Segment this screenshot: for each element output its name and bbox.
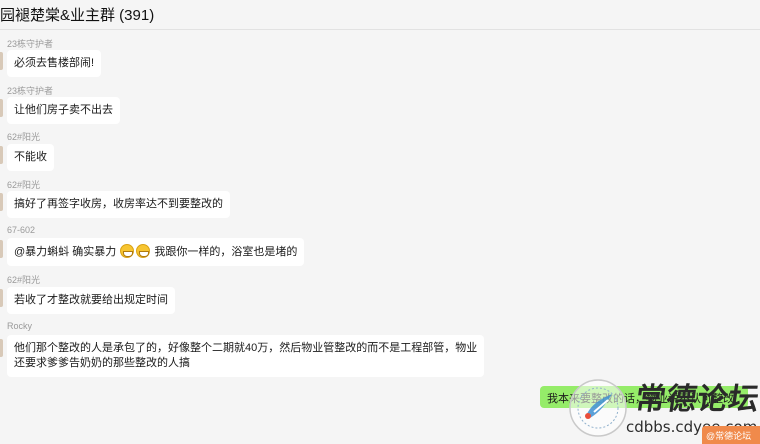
message-sender[interactable]: 23栋守护者	[7, 37, 53, 50]
message-bubble[interactable]: 不能收	[7, 144, 54, 171]
message-sender[interactable]: 23栋守护者	[7, 84, 53, 97]
watermark-title: 常德论坛	[633, 382, 760, 417]
avatar[interactable]	[0, 52, 3, 70]
message-bubble[interactable]: 若收了才整改就要给出规定时间	[7, 287, 175, 314]
corner-badge: @常德论坛	[702, 426, 760, 444]
chat-title[interactable]: 园褪楚棠&业主群 (391)	[0, 4, 154, 25]
avatar[interactable]	[0, 240, 3, 258]
message-sender[interactable]: Rocky	[7, 321, 32, 331]
avatar[interactable]	[0, 146, 3, 164]
message-sender[interactable]: 62#阳光	[7, 178, 40, 191]
message-text: 我跟你一样的，浴室也是堵的	[154, 246, 298, 258]
message-line: 还要求爹爹告奶奶的那些整改的人搞	[14, 357, 190, 369]
message-sender[interactable]: 62#阳光	[7, 130, 40, 143]
message-bubble[interactable]: 必须去售楼部闹!	[7, 50, 102, 77]
message-sender[interactable]: 67-602	[7, 225, 35, 235]
message-bubble[interactable]: @暴力蝌蚪 确实暴力 我跟你一样的，浴室也是堵的	[7, 238, 305, 266]
avatar[interactable]	[0, 193, 3, 211]
message-bubble[interactable]: 让他们房子卖不出去	[7, 97, 120, 124]
message-line: 他们那个整改的人是承包了的，好像整个二期就40万，然后物业管整改的而不是工程部管…	[14, 342, 478, 354]
message-bubble[interactable]: 他们那个整改的人是承包了的，好像整个二期就40万，然后物业管整改的而不是工程部管…	[7, 335, 485, 377]
forum-logo-icon	[569, 379, 627, 437]
chat-title-bar: 园褪楚棠&业主群 (391)	[0, 0, 760, 30]
message-sender[interactable]: 62#阳光	[7, 273, 40, 286]
grin-emoji-icon	[120, 244, 135, 258]
avatar[interactable]	[0, 339, 3, 357]
avatar[interactable]	[0, 99, 3, 117]
avatar[interactable]	[0, 289, 3, 307]
message-bubble[interactable]: 搞好了再签字收房，收房率达不到要整改的	[7, 191, 230, 218]
grin-emoji-icon	[136, 244, 151, 258]
message-text: @暴力蝌蚪 确实暴力	[14, 246, 117, 258]
